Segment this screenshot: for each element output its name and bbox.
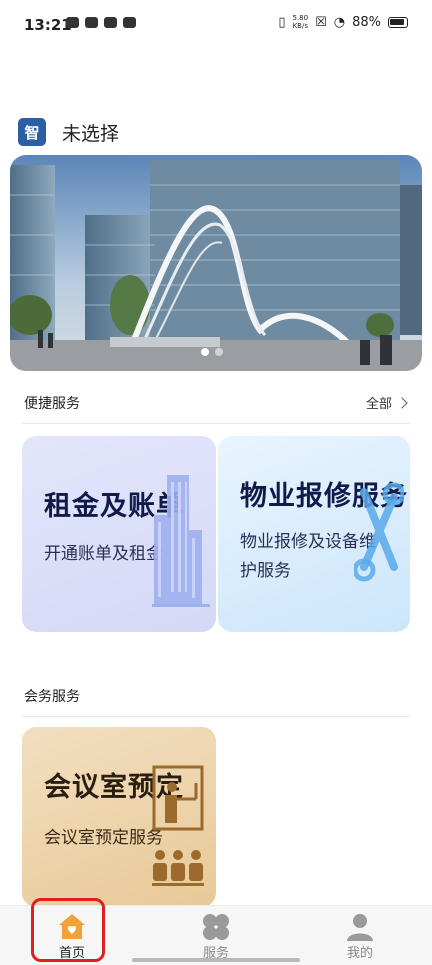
view-all-link[interactable]: 全部	[365, 393, 408, 412]
card-subtitle: 开通账单及租金	[44, 544, 163, 564]
chevron-right-icon	[396, 396, 408, 409]
notification-icons	[66, 17, 136, 28]
tab-services[interactable]: 服务	[161, 906, 271, 965]
home-tab-highlight	[31, 898, 105, 962]
services-grid-icon	[203, 914, 229, 940]
wechat-icon	[104, 17, 117, 28]
meeting-services-header: 会务服务	[22, 680, 410, 717]
rent-bill-card[interactable]: 租金及账单 开通账单及租金	[22, 436, 216, 632]
building-selector[interactable]: 智 未选择	[18, 118, 119, 146]
quick-services-header: 便捷服务 全部	[22, 387, 410, 424]
status-bar: 13:21 ▯ 5.80 KB/s ☒ ◔ 88%	[0, 0, 432, 52]
gesture-bar	[132, 958, 300, 962]
banner-pagination	[201, 348, 223, 356]
app-notification-icon	[66, 17, 79, 28]
view-all-label: 全部	[365, 397, 392, 412]
banner-dot-active[interactable]	[201, 348, 209, 356]
crown-icon	[123, 17, 136, 28]
section-title: 便捷服务	[24, 396, 80, 412]
user-icon	[347, 914, 373, 941]
tab-label: 我的	[346, 946, 373, 961]
banner-image	[10, 155, 422, 371]
app-logo-icon: 智	[18, 118, 46, 146]
meeting-room-icon	[152, 765, 204, 886]
banner-carousel[interactable]	[10, 155, 422, 371]
meeting-room-card[interactable]: 会议室预定 会议室预定服务	[22, 727, 216, 907]
status-right: ▯ 5.80 KB/s ☒ ◔ 88%	[278, 14, 408, 30]
net-speed: 5.80 KB/s	[292, 14, 309, 30]
tools-icon	[354, 482, 404, 582]
banner-dot[interactable]	[215, 348, 223, 356]
wifi-icon: ◔	[333, 14, 346, 30]
card-subtitle: 会议室预定服务	[44, 828, 163, 848]
building-icon	[152, 475, 210, 607]
tab-mine[interactable]: 我的	[305, 906, 415, 965]
battery-percent: 88%	[352, 14, 381, 30]
sim-icon: ☒	[315, 14, 327, 30]
status-time: 13:21	[24, 16, 72, 34]
vibrate-icon: ▯	[278, 14, 286, 30]
property-repair-card[interactable]: 物业报修服务 物业报修及设备维 护服务	[218, 436, 410, 632]
section-title: 会务服务	[24, 689, 80, 705]
card-subtitle-line2: 护服务	[240, 561, 291, 581]
app-notification-icon	[85, 17, 98, 28]
battery-icon	[388, 16, 408, 28]
building-name: 未选择	[62, 122, 120, 145]
